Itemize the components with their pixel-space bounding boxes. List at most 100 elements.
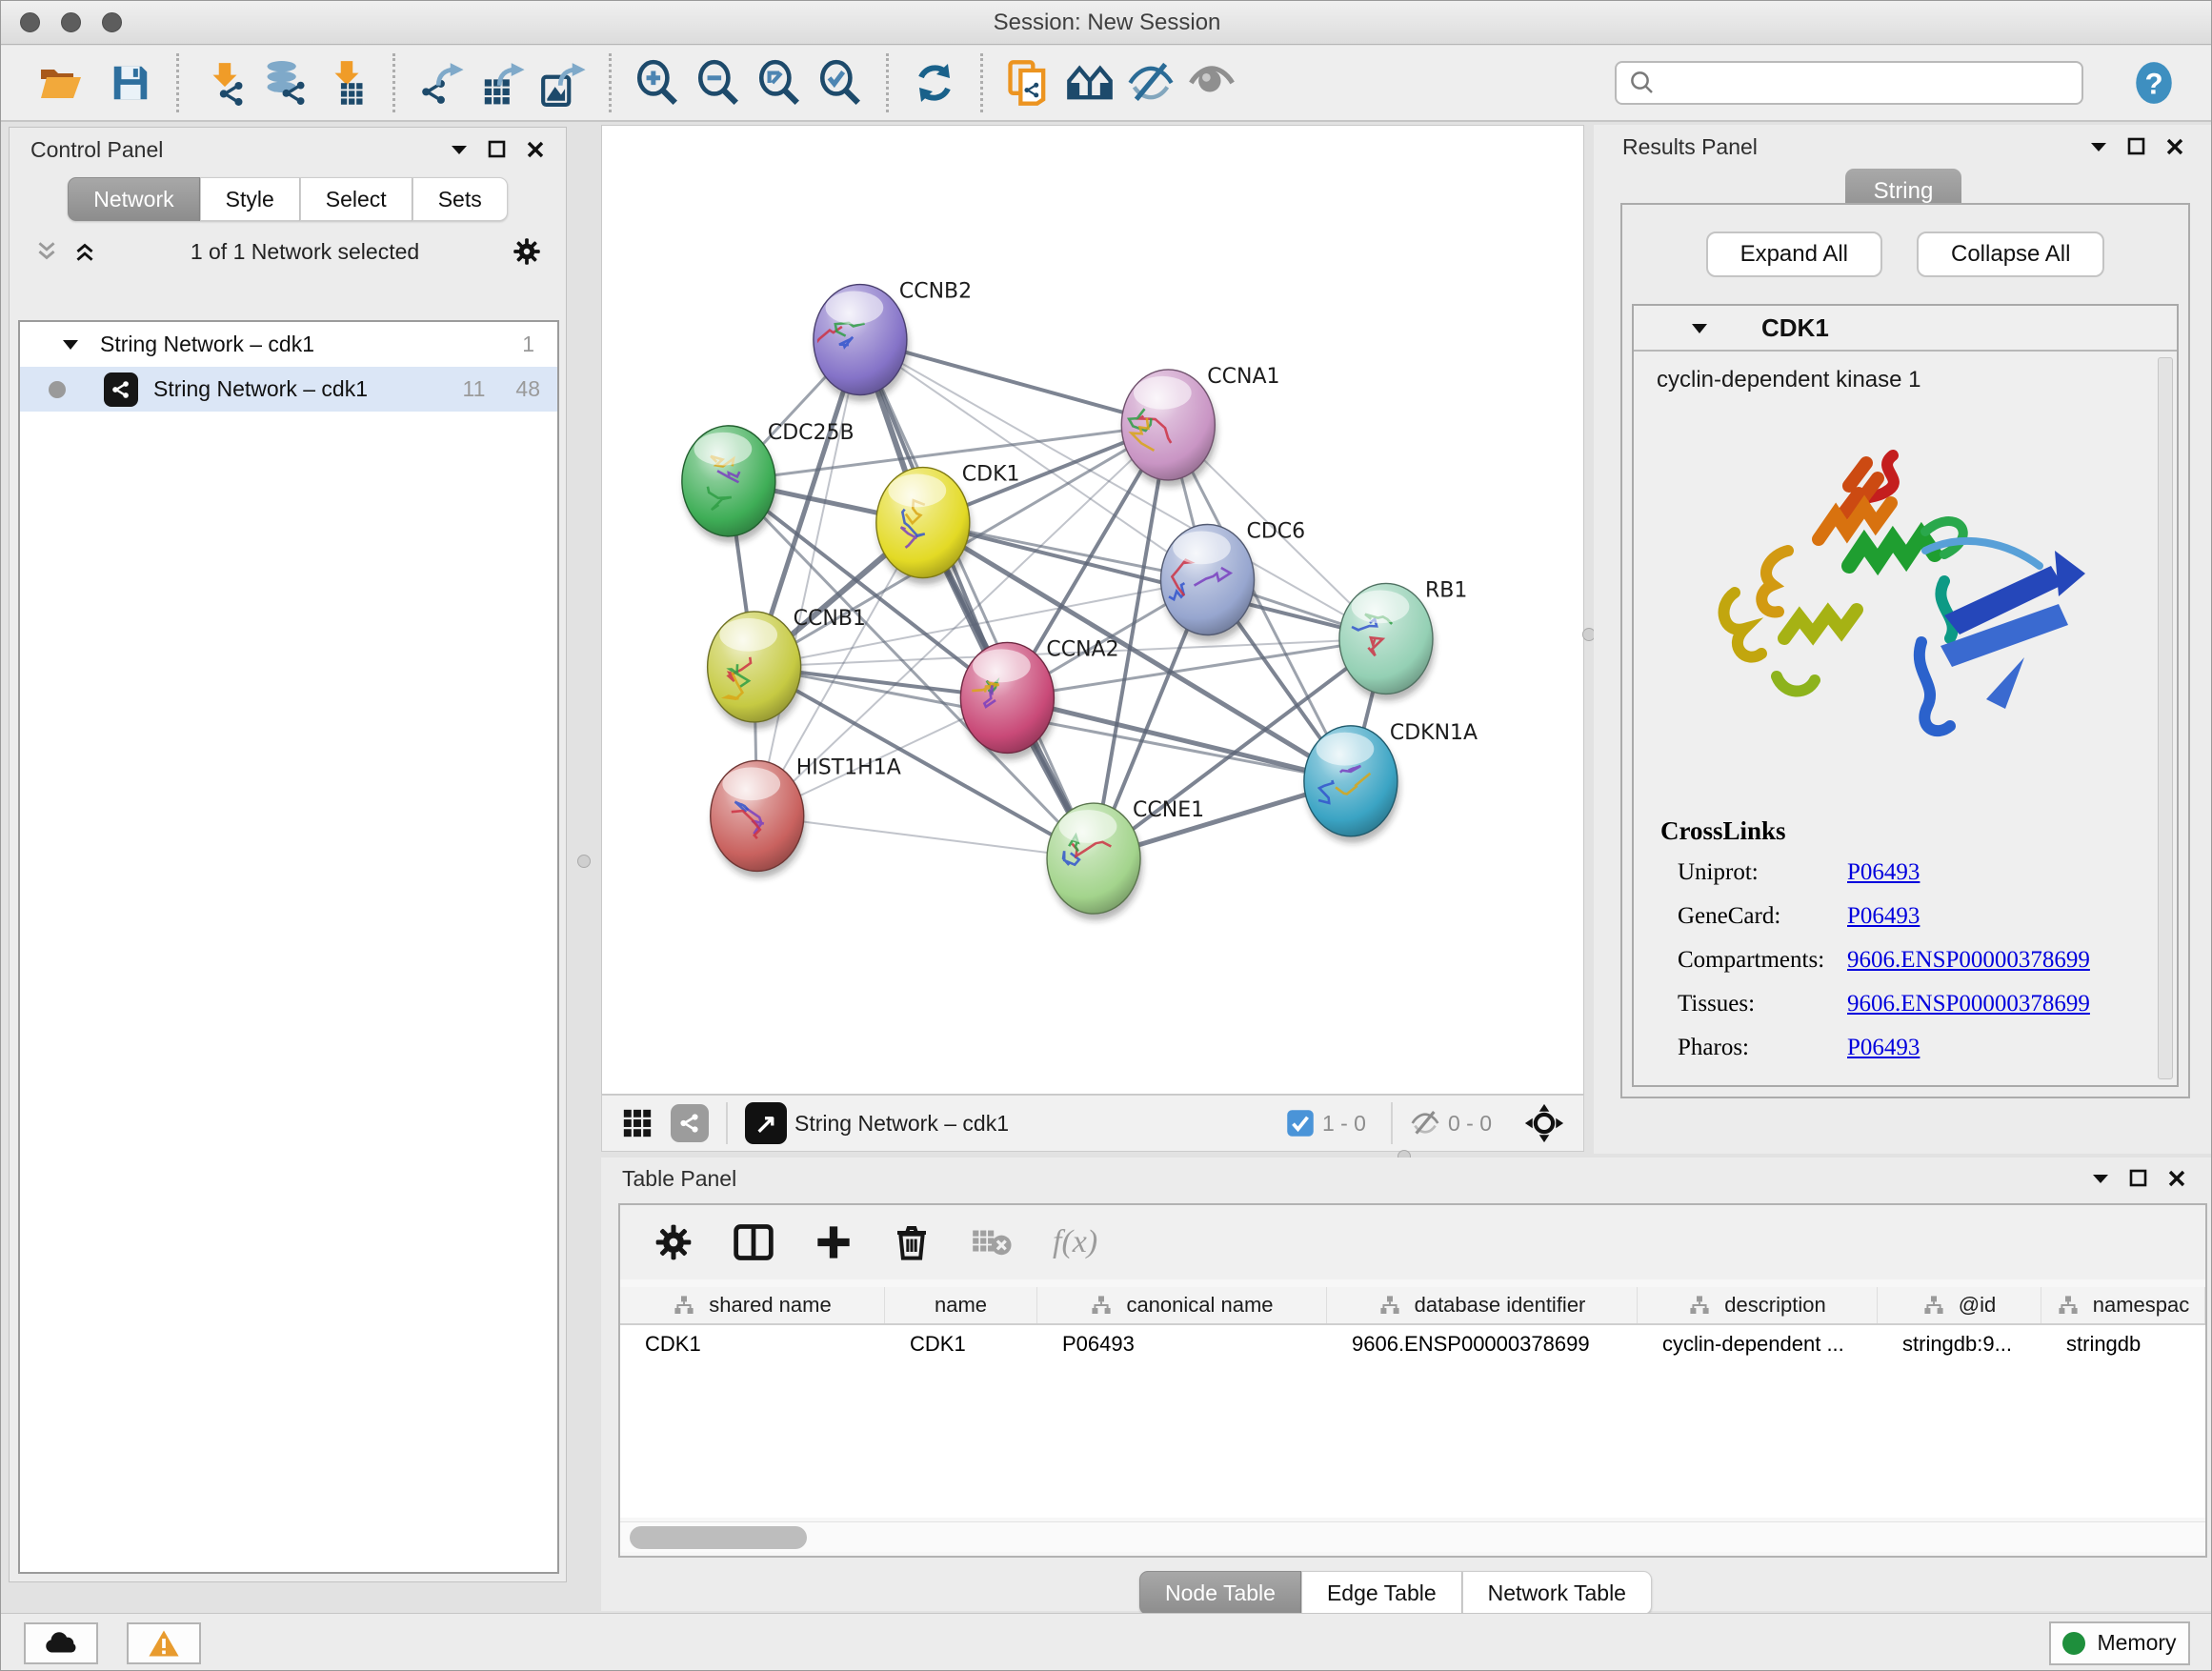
refresh-layout-button[interactable] bbox=[904, 52, 965, 113]
network-overview-icon[interactable] bbox=[671, 1104, 709, 1142]
close-panel-icon[interactable] bbox=[2167, 1169, 2186, 1188]
export-table-button[interactable] bbox=[472, 52, 533, 113]
collection-expander-icon[interactable] bbox=[62, 338, 79, 351]
network-collection-row[interactable]: String Network – cdk1 1 bbox=[20, 322, 557, 367]
expand-all-icon[interactable] bbox=[72, 239, 97, 264]
function-builder-button[interactable]: f(x) bbox=[1053, 1224, 1097, 1260]
network-node-ccne1[interactable]: CCNE1 bbox=[1047, 798, 1204, 920]
hide-selected-button[interactable] bbox=[1120, 52, 1181, 113]
table-row[interactable]: CDK1CDK1P064939606.ENSP00000378699cyclin… bbox=[620, 1325, 2205, 1363]
selected-checkbox-icon[interactable] bbox=[1286, 1109, 1315, 1137]
panel-menu-icon[interactable] bbox=[2091, 1172, 2110, 1185]
network-options-gear-icon[interactable] bbox=[513, 237, 541, 266]
tab-network[interactable]: Network bbox=[68, 177, 199, 221]
memory-button[interactable]: Memory bbox=[2049, 1621, 2190, 1665]
network-node-rb1[interactable]: RB1 bbox=[1339, 578, 1467, 700]
tab-node-table[interactable]: Node Table bbox=[1139, 1571, 1301, 1615]
crosslink-link[interactable]: 9606.ENSP00000378699 bbox=[1847, 991, 2090, 1017]
collapse-all-icon[interactable] bbox=[34, 239, 59, 264]
close-window-button[interactable] bbox=[20, 12, 40, 32]
show-columns-icon[interactable] bbox=[733, 1221, 774, 1263]
import-network-file-button[interactable] bbox=[194, 52, 255, 113]
column-header[interactable]: shared name bbox=[620, 1287, 885, 1323]
delete-column-icon[interactable] bbox=[893, 1223, 931, 1261]
network-node-ccnb1[interactable]: CCNB1 bbox=[708, 607, 866, 729]
network-edge[interactable] bbox=[757, 815, 1094, 858]
network-node-ccnb2[interactable]: CCNB2 bbox=[812, 280, 972, 402]
float-panel-icon[interactable] bbox=[2127, 137, 2146, 156]
table-horizontal-scrollbar[interactable] bbox=[620, 1521, 2205, 1552]
open-session-button[interactable] bbox=[30, 52, 90, 113]
show-all-button[interactable] bbox=[1181, 52, 1242, 113]
scrollbar-thumb[interactable] bbox=[630, 1526, 807, 1549]
minimize-window-button[interactable] bbox=[61, 12, 81, 32]
network-row[interactable]: String Network – cdk1 11 48 bbox=[20, 367, 557, 412]
import-network-database-button[interactable] bbox=[255, 52, 316, 113]
tab-edge-table[interactable]: Edge Table bbox=[1301, 1571, 1462, 1615]
gene-expander-icon[interactable] bbox=[1691, 322, 1708, 334]
panel-menu-icon[interactable] bbox=[2089, 140, 2108, 153]
table-cell[interactable]: stringdb bbox=[2041, 1325, 2205, 1363]
table-cell[interactable]: CDK1 bbox=[885, 1325, 1037, 1363]
tab-sets[interactable]: Sets bbox=[412, 177, 508, 221]
network-node-ccna1[interactable]: CCNA1 bbox=[1121, 365, 1279, 487]
zoom-window-button[interactable] bbox=[102, 12, 122, 32]
column-header[interactable]: namespac bbox=[2041, 1287, 2205, 1323]
network-node-hist1h1a[interactable]: HIST1H1A bbox=[711, 755, 901, 877]
close-panel-icon[interactable] bbox=[2165, 137, 2184, 156]
first-neighbors-button[interactable] bbox=[1059, 52, 1120, 113]
column-header[interactable]: canonical name bbox=[1037, 1287, 1327, 1323]
crosslink-link[interactable]: 9606.ENSP00000378699 bbox=[1847, 947, 2090, 974]
collapse-all-button[interactable]: Collapse All bbox=[1917, 232, 2104, 277]
grid-view-icon[interactable] bbox=[621, 1107, 654, 1139]
network-canvas[interactable]: CCNB2CCNA1CDC25BCDK1CDC6RB1CCNB1CCNA2CDK… bbox=[601, 125, 1584, 1095]
column-header[interactable]: @id bbox=[1878, 1287, 2041, 1323]
export-view-button[interactable]: ↗ bbox=[745, 1102, 787, 1144]
crosslink-link[interactable]: P06493 bbox=[1847, 859, 1920, 886]
cloud-status-button[interactable] bbox=[24, 1622, 98, 1664]
save-session-button[interactable] bbox=[100, 52, 161, 113]
network-node-cdc25b[interactable]: CDC25B bbox=[682, 421, 855, 543]
left-splitter-handle[interactable] bbox=[577, 855, 591, 868]
table-cell[interactable]: stringdb:9... bbox=[1878, 1325, 2041, 1363]
table-cell[interactable]: cyclin-dependent ... bbox=[1638, 1325, 1878, 1363]
crosslink-link[interactable]: P06493 bbox=[1847, 1035, 1920, 1061]
search-input[interactable] bbox=[1657, 70, 2070, 95]
column-header[interactable]: name bbox=[885, 1287, 1037, 1323]
gene-panel-scrollbar[interactable] bbox=[2158, 357, 2173, 1079]
zoom-fit-button[interactable] bbox=[749, 52, 810, 113]
column-header[interactable]: database identifier bbox=[1327, 1287, 1638, 1323]
zoom-selected-button[interactable] bbox=[810, 52, 871, 113]
import-table-file-button[interactable] bbox=[316, 52, 377, 113]
export-network-button[interactable] bbox=[411, 52, 472, 113]
delete-table-icon[interactable] bbox=[971, 1225, 1013, 1259]
help-button[interactable]: ? bbox=[2123, 52, 2184, 113]
duplicate-network-button[interactable] bbox=[998, 52, 1059, 113]
export-image-button[interactable] bbox=[533, 52, 593, 113]
hidden-eye-icon[interactable] bbox=[1410, 1108, 1440, 1138]
tab-select[interactable]: Select bbox=[300, 177, 412, 221]
table-cell[interactable]: P06493 bbox=[1037, 1325, 1327, 1363]
warnings-button[interactable] bbox=[127, 1622, 201, 1664]
search-box[interactable] bbox=[1615, 61, 2083, 105]
tab-network-table[interactable]: Network Table bbox=[1462, 1571, 1652, 1615]
tab-style[interactable]: Style bbox=[200, 177, 300, 221]
add-column-icon[interactable] bbox=[814, 1223, 853, 1261]
table-cell[interactable]: CDK1 bbox=[620, 1325, 885, 1363]
close-panel-icon[interactable] bbox=[526, 140, 545, 159]
network-node-ccna2[interactable]: CCNA2 bbox=[960, 637, 1118, 759]
column-header[interactable]: description bbox=[1638, 1287, 1878, 1323]
table-settings-gear-icon[interactable] bbox=[654, 1223, 693, 1261]
network-edge[interactable] bbox=[757, 340, 860, 816]
network-edge[interactable] bbox=[860, 340, 1094, 859]
panel-menu-icon[interactable] bbox=[450, 143, 469, 156]
network-node-cdkn1a[interactable]: CDKN1A bbox=[1304, 721, 1478, 843]
crosslink-link[interactable]: P06493 bbox=[1847, 903, 1920, 930]
float-panel-icon[interactable] bbox=[488, 140, 507, 159]
float-panel-icon[interactable] bbox=[2129, 1169, 2148, 1188]
zoom-in-button[interactable] bbox=[627, 52, 688, 113]
table-cell[interactable]: 9606.ENSP00000378699 bbox=[1327, 1325, 1638, 1363]
zoom-out-button[interactable] bbox=[688, 52, 749, 113]
birds-eye-view-icon[interactable] bbox=[1524, 1103, 1564, 1143]
expand-all-button[interactable]: Expand All bbox=[1706, 232, 1882, 277]
